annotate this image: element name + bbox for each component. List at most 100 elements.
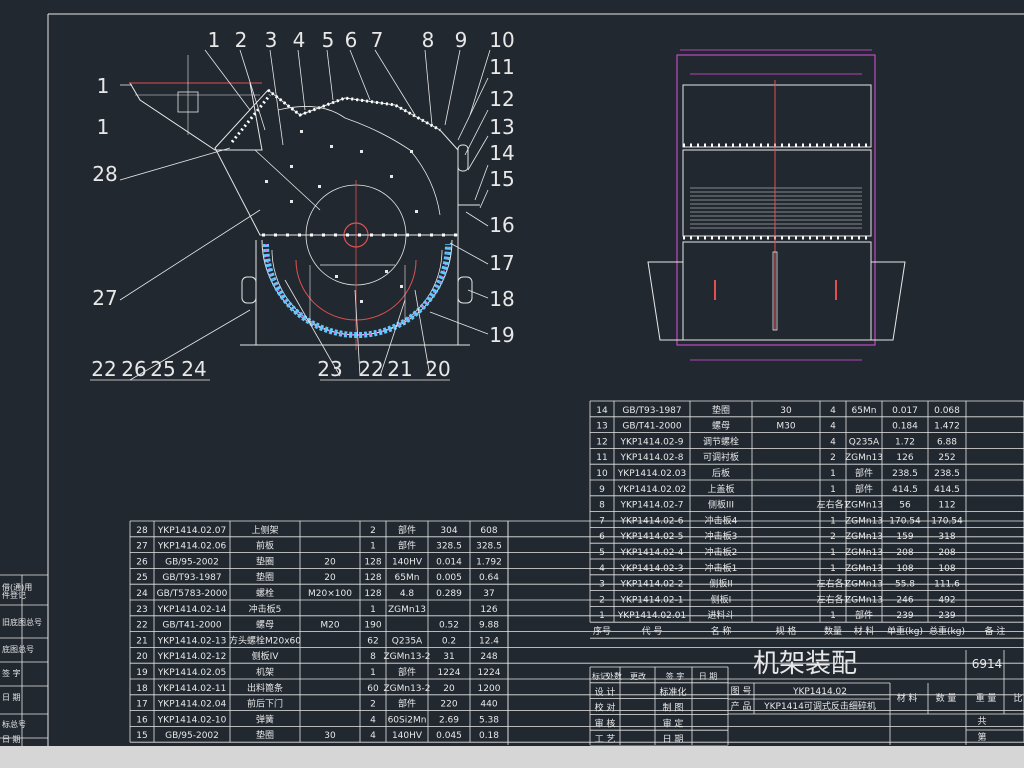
bom-cell: 2: [830, 532, 836, 542]
bom-cell: 冲击板2: [705, 546, 738, 558]
title-block-label: 更改: [630, 671, 646, 681]
bom-cell: YKP1414.02-8: [619, 453, 683, 463]
bom-cell: M30: [776, 422, 795, 432]
bom-cell: YKP1414.02-1: [619, 595, 683, 605]
margin-label: 底图总号: [2, 644, 34, 654]
title-block-label: 校 对: [595, 702, 616, 714]
title-block-label: 设 计: [595, 686, 616, 698]
bom-cell: 328.5: [436, 542, 462, 552]
bom-cell: ZGMn13: [845, 516, 883, 526]
bom-cell: 冲击板5: [249, 603, 282, 615]
callout-number: 17: [489, 251, 514, 275]
bom-cell: 螺母: [712, 421, 730, 432]
bom-cell: 28: [136, 526, 148, 536]
bom-cell: 1: [830, 548, 836, 558]
bom-cell: 进料斗: [707, 609, 734, 621]
bom-cell: 30: [324, 731, 336, 741]
bom-cell: 14: [596, 406, 608, 416]
bom-cell: 4: [830, 406, 836, 416]
product-label: 产 品: [731, 700, 752, 712]
bom-cell: 31: [443, 652, 454, 662]
bom-cell: M20×100: [308, 589, 352, 599]
callout-number: 5: [322, 28, 335, 52]
callout-number: 25: [150, 357, 175, 381]
bom-cell: 159: [896, 532, 913, 542]
bom-cell: 侧板I: [711, 593, 732, 605]
bom-cell: YKP1414.02.07: [157, 526, 226, 536]
bom-cell: 2: [830, 453, 836, 463]
bom-cell: 2: [370, 700, 376, 710]
bom-cell: 20: [324, 557, 336, 567]
bom-cell: 170.54: [889, 516, 921, 526]
bom-cell: 0.52: [439, 621, 459, 631]
bom-cell: 7: [599, 516, 605, 526]
bom-cell: 140HV: [392, 731, 423, 741]
bom-cell: Q235A: [849, 437, 880, 447]
bom-cell: 126: [896, 453, 913, 463]
bom-cell: 318: [938, 532, 955, 542]
bom-cell: 螺母: [256, 620, 274, 631]
callout-number: 18: [489, 287, 514, 311]
bom-cell: 垫圈: [712, 404, 730, 416]
bom-cell: 30: [780, 406, 792, 416]
bom-cell: 24: [136, 589, 148, 599]
bom-cell: 1: [830, 611, 836, 621]
bom-cell: YKP1414.02-4: [619, 548, 683, 558]
bom-cell: 25: [136, 573, 147, 583]
bom-cell: 246: [896, 595, 913, 605]
bom-cell: 112: [938, 501, 955, 511]
callout-number: 27: [92, 286, 117, 310]
bom-cell: 部件: [855, 467, 873, 479]
bom-cell: 128: [364, 573, 381, 583]
bom-cell: 27: [136, 542, 147, 552]
bom-cell: 6: [599, 532, 605, 542]
title-block-label: 签 字: [666, 671, 685, 681]
bom-cell: 0.64: [479, 573, 499, 583]
bom-cell: 4: [370, 731, 376, 741]
bom-cell: 2.69: [439, 715, 459, 725]
title-block-label: 日 期: [699, 672, 718, 681]
bom-cell: 冲击板3: [705, 530, 738, 542]
bom-cell: 侧板IV: [252, 650, 280, 662]
callout-number: 12: [489, 87, 514, 111]
bom-cell: 0.184: [892, 422, 918, 432]
margin-label: 签 字: [2, 668, 21, 678]
title-block-label: 材 料: [897, 692, 918, 704]
bom-cell: YKP1414.02-10: [157, 715, 227, 725]
bom-cell: YKP1414.02-7: [619, 501, 683, 511]
bom-cell: 1.792: [476, 557, 502, 567]
bom-cell: ZGMn13: [845, 532, 883, 542]
bom-cell: 20: [324, 573, 336, 583]
cad-drawing-canvas: 借(通)用件登记旧底图总号底图总号签 字日 期标总号日 期 1 2 3 4 5 …: [0, 0, 1024, 747]
bom-cell: GB/T93-1987: [162, 573, 221, 583]
bom-cell: Q235A: [392, 636, 423, 646]
margin-label: 旧底图总号: [2, 617, 42, 627]
bom-cell: 4: [830, 437, 836, 447]
bom-cell: 252: [938, 453, 955, 463]
bom-cell: 20: [443, 684, 455, 694]
bom-cell: 1200: [478, 684, 501, 694]
title-block-label: 审 核: [595, 717, 616, 729]
bom-cell: 15: [136, 731, 147, 741]
bom-cell: 4: [370, 715, 376, 725]
title-block-label: 共: [977, 716, 986, 727]
bom-cell: 140HV: [392, 557, 423, 567]
bom-cell: 部件: [398, 540, 416, 552]
title-block-label: 第: [977, 731, 986, 743]
bom-cell: 65Mn: [395, 573, 420, 583]
bom-cell: 垫圈: [256, 571, 274, 583]
bom-cell: GB/T41-2000: [622, 422, 682, 432]
callout-number: 10: [489, 28, 514, 52]
bom-cell: ZGMn13: [845, 453, 883, 463]
bom-cell: 208: [896, 548, 913, 558]
title-block-label: 审 定: [663, 717, 684, 729]
callout-number: 1: [97, 74, 110, 98]
title-block-label: 重 量: [976, 692, 997, 704]
bom-cell: YKP1414.02.03: [617, 469, 686, 479]
callout-number: 23: [317, 357, 342, 381]
bom-cell: ZGMn13: [845, 548, 883, 558]
product-name: YKP1414可调式反击细碎机: [763, 700, 876, 712]
bom-cell: 37: [483, 589, 494, 599]
title-block-label: 日 期: [663, 734, 684, 745]
bom-cell: ZGMn13-2: [383, 652, 430, 662]
